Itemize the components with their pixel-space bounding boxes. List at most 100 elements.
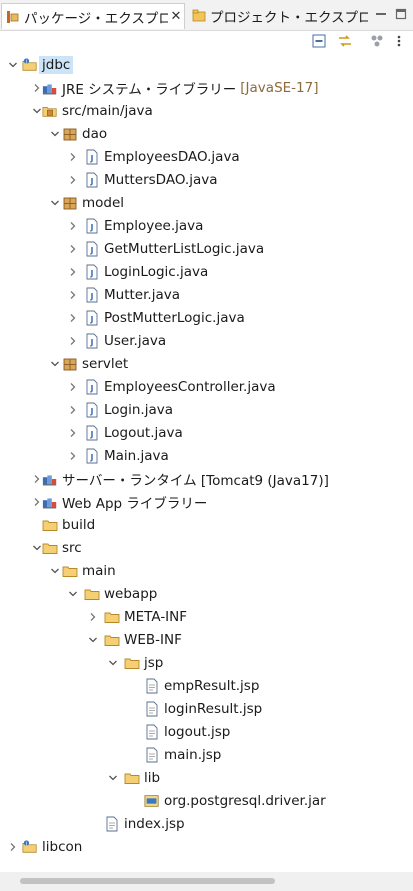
chevron-down-icon[interactable] — [106, 656, 120, 670]
tree-item[interactable]: J Mutter.java — [66, 283, 180, 306]
library-icon — [42, 494, 58, 510]
package-icon — [62, 195, 78, 211]
jsp-file-icon — [144, 724, 160, 740]
tab-project-explorer[interactable]: プロジェクト・エクスプロ... — [188, 3, 368, 29]
tree-item[interactable]: J PostMutterLogic.java — [66, 306, 245, 329]
tree-item-label: EmployeesController.java — [104, 378, 276, 395]
chevron-down-icon[interactable] — [66, 587, 80, 601]
java-file-icon: J — [84, 218, 100, 234]
tree-item[interactable]: org.postgresql.driver.jar — [144, 789, 326, 812]
java-file-icon: J — [84, 425, 100, 441]
svg-text:J: J — [90, 315, 94, 324]
chevron-right-icon[interactable] — [6, 840, 20, 854]
tree-item[interactable]: main — [48, 559, 116, 582]
tree-item[interactable]: J MuttersDAO.java — [66, 168, 218, 191]
jsp-file-icon — [144, 678, 160, 694]
tree-item-label: PostMutterLogic.java — [104, 309, 245, 326]
chevron-right-icon[interactable] — [66, 380, 80, 394]
tree-item[interactable]: loginResult.jsp — [144, 697, 262, 720]
focus-icon[interactable] — [369, 33, 385, 49]
tree-item[interactable]: サーバー・ランタイム [Tomcat9 (Java17)] — [30, 467, 329, 490]
tree-item-label: WEB-INF — [124, 631, 182, 648]
chevron-right-icon[interactable] — [66, 334, 80, 348]
view-menu-icon[interactable] — [391, 33, 407, 49]
tree-item[interactable]: META-INF — [86, 605, 187, 628]
tree-item[interactable]: jsp — [106, 651, 163, 674]
chevron-down-icon[interactable] — [48, 127, 62, 141]
tree-item[interactable]: J LoginLogic.java — [66, 260, 208, 283]
tree-item[interactable]: model — [48, 191, 124, 214]
chevron-down-icon[interactable] — [48, 357, 62, 371]
scrollbar-thumb[interactable] — [20, 878, 275, 884]
chevron-down-icon[interactable] — [106, 771, 120, 785]
chevron-right-icon[interactable] — [66, 219, 80, 233]
tree-item[interactable]: webapp — [66, 582, 157, 605]
tree-item-label: User.java — [104, 332, 167, 349]
chevron-right-icon[interactable] — [66, 288, 80, 302]
tree-item-label: webapp — [104, 585, 158, 602]
close-icon[interactable]: ✕ — [168, 9, 184, 24]
project-icon: J — [22, 839, 38, 855]
folder-icon — [124, 655, 140, 671]
tree-item-label: org.postgresql.driver.jar — [164, 792, 326, 809]
tree-item[interactable]: logout.jsp — [144, 720, 230, 743]
tree-item[interactable]: Jjdbc — [6, 53, 74, 76]
chevron-right-icon[interactable] — [66, 242, 80, 256]
tree-item[interactable]: J EmployeesController.java — [66, 375, 276, 398]
chevron-right-icon[interactable] — [66, 173, 80, 187]
tree-item[interactable]: index.jsp — [104, 812, 185, 835]
tree-item-label: JRE システム・ライブラリー — [62, 81, 237, 98]
tree-item-label: META-INF — [124, 608, 188, 625]
tree-item[interactable]: servlet — [48, 352, 128, 375]
tree-item[interactable]: src/main/java — [30, 99, 153, 122]
chevron-right-icon[interactable] — [66, 150, 80, 164]
chevron-right-icon[interactable] — [66, 311, 80, 325]
tree-item-label: index.jsp — [124, 815, 185, 832]
tree-item-label: main — [82, 562, 116, 579]
link-with-editor-icon[interactable] — [337, 33, 353, 49]
library-icon — [42, 80, 58, 96]
jsp-file-icon — [144, 747, 160, 763]
tree-item[interactable]: src — [30, 536, 82, 559]
svg-text:J: J — [90, 407, 94, 416]
svg-text:J: J — [90, 246, 94, 255]
tree-item[interactable]: J EmployeesDAO.java — [66, 145, 240, 168]
svg-text:J: J — [90, 269, 94, 278]
tree-item[interactable]: Jlibcon — [6, 835, 82, 858]
chevron-down-icon[interactable] — [48, 564, 62, 578]
tree-item[interactable]: JRE システム・ライブラリー [JavaSE-17] — [30, 76, 318, 99]
svg-text:J: J — [90, 154, 94, 163]
minimize-icon[interactable] — [373, 6, 389, 22]
tab-package-explorer[interactable]: パッケージ・エクスプロ... ✕ — [1, 3, 185, 29]
chevron-right-icon[interactable] — [66, 426, 80, 440]
tree-item[interactable]: J Employee.java — [66, 214, 203, 237]
chevron-right-icon[interactable] — [86, 610, 100, 624]
package-icon — [62, 356, 78, 372]
chevron-down-icon[interactable] — [6, 58, 20, 72]
chevron-down-icon[interactable] — [86, 633, 100, 647]
maximize-icon[interactable] — [393, 6, 409, 22]
tree-item-label: servlet — [82, 355, 129, 372]
chevron-right-icon[interactable] — [66, 449, 80, 463]
tree-item[interactable]: build — [42, 513, 95, 536]
svg-text:J: J — [90, 223, 94, 232]
horizontal-scrollbar[interactable] — [0, 872, 413, 891]
tree-item[interactable]: WEB-INF — [86, 628, 182, 651]
tree-item[interactable]: J User.java — [66, 329, 166, 352]
tree-item[interactable]: lib — [106, 766, 160, 789]
collapse-all-icon[interactable] — [311, 33, 327, 49]
chevron-down-icon[interactable] — [48, 196, 62, 210]
svg-text:J: J — [25, 840, 27, 846]
tree-item[interactable]: J GetMutterListLogic.java — [66, 237, 264, 260]
tree-item[interactable]: J Main.java — [66, 444, 169, 467]
tree-item[interactable]: J Login.java — [66, 398, 173, 421]
tree-item[interactable]: dao — [48, 122, 107, 145]
tree-item-label: Employee.java — [104, 217, 204, 234]
chevron-right-icon[interactable] — [66, 403, 80, 417]
tree-item[interactable]: empResult.jsp — [144, 674, 259, 697]
tree-item[interactable]: main.jsp — [144, 743, 221, 766]
chevron-right-icon[interactable] — [66, 265, 80, 279]
tree-item[interactable]: J Logout.java — [66, 421, 183, 444]
tree-item[interactable]: Web App ライブラリー — [30, 490, 207, 513]
tree-item-label: src — [62, 539, 82, 556]
